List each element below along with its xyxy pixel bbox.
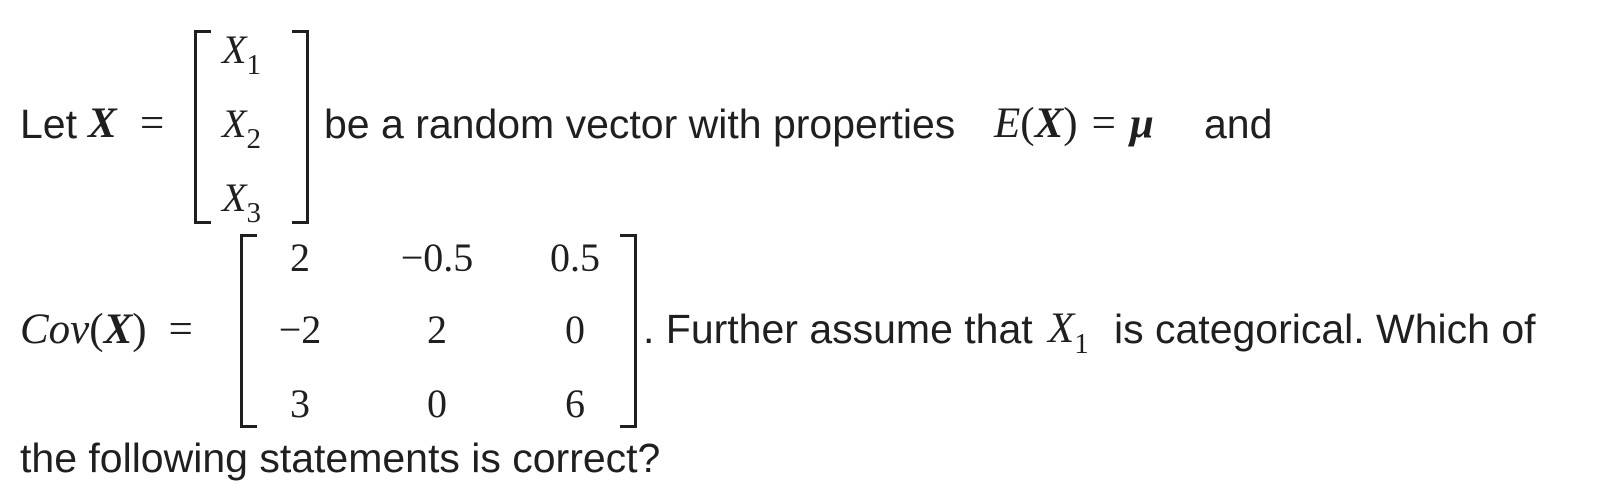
matrix-cell: 0 [427, 381, 447, 426]
matrix-cell: −2 [278, 307, 322, 352]
left-bracket [194, 30, 211, 224]
equals-sign: = [140, 100, 165, 147]
matrix-cell: −0.5 [400, 235, 474, 280]
matrix-cell: 3 [290, 381, 310, 426]
x1-symbol: X1 [1048, 305, 1089, 360]
question-text: the following statements is correct? [20, 435, 661, 481]
right-bracket [292, 30, 309, 224]
matrix-cell: 2 [427, 307, 447, 352]
vector-entry-1: X1 [222, 27, 261, 81]
matrix-cell: 0.5 [550, 235, 600, 280]
vector-entry-2: X2 [222, 101, 261, 155]
categorical-text: is categorical. Which of [1114, 306, 1536, 352]
matrix-right-bracket [620, 234, 637, 428]
vector-entry-3: X3 [222, 175, 261, 229]
and-text: and [1204, 101, 1273, 147]
matrix-cell: 0 [565, 307, 585, 352]
x-vector-symbol: X [88, 100, 117, 147]
matrix-cell: 6 [565, 381, 585, 426]
cov-expression: Cov(X) = [20, 306, 193, 353]
expectation-expression: E(X) = μ [994, 100, 1154, 147]
matrix-cell: 2 [290, 235, 310, 280]
let-text: Let [20, 101, 77, 147]
be-random-vector-text: be a random vector with properties [324, 101, 956, 147]
further-assume-text: . Further assume that [643, 306, 1033, 352]
